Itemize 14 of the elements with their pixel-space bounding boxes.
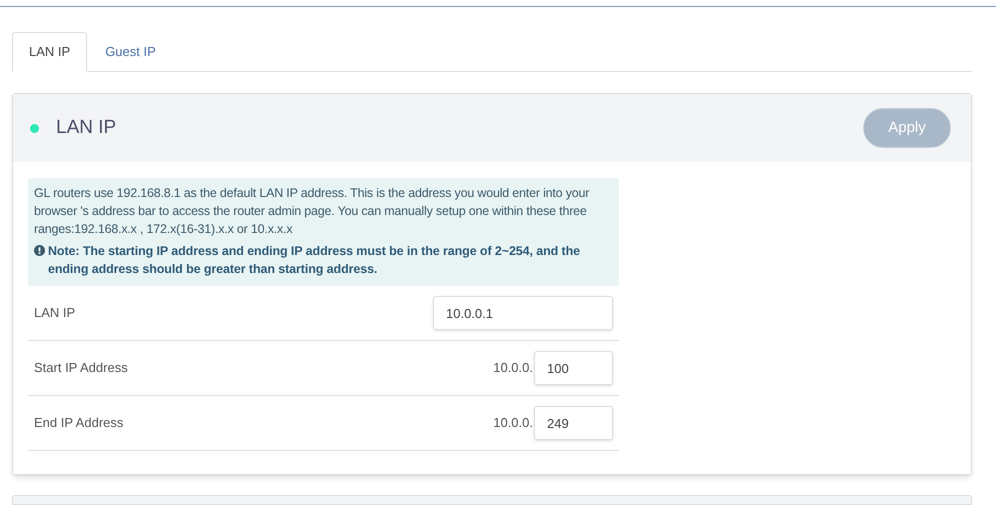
field-label: End IP Address: [34, 414, 124, 432]
ip-prefix: 10.0.0.: [493, 359, 533, 378]
tab[interactable]: Guest IP: [87, 32, 174, 72]
alert-icon: [34, 245, 45, 256]
field-label: Start IP Address: [34, 359, 129, 378]
tab[interactable]: LAN IP: [12, 32, 88, 72]
panel-title: LAN IP: [56, 116, 116, 140]
field-label: LAN IP: [34, 304, 76, 322]
note-text: Note: The starting IP address and ending IP address must be in the range of 2~254, and the ending address should be greater than starting address.: [48, 243, 581, 278]
input-field[interactable]: 249: [534, 406, 613, 440]
input-field[interactable]: 10.0.0.1: [433, 296, 613, 330]
input-field[interactable]: 100: [534, 351, 613, 385]
info-text: GL routers use 192.168.8.1 as the default LAN IP address. This is the address you would enter into your browser 's address bar to access the router admin page. You can manually setup one within these three ranges:192.168.x.x , 172.x(16-31).x.x or 10.x.x.x: [34, 185, 590, 238]
ip-prefix: 10.0.0.: [493, 414, 533, 432]
